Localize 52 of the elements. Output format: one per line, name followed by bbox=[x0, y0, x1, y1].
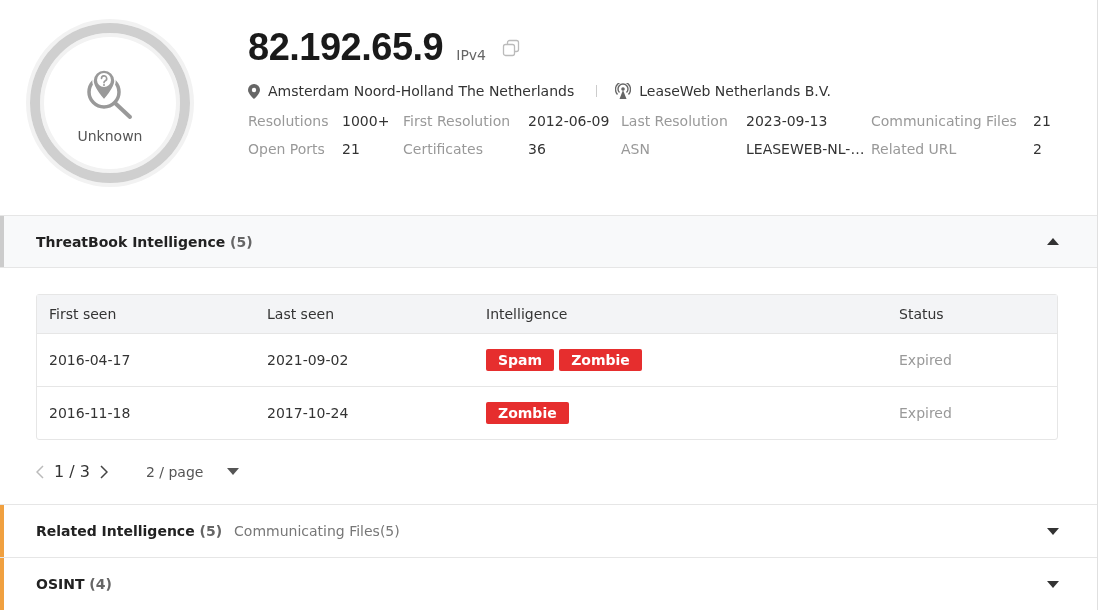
stat-value: 21 bbox=[1033, 113, 1052, 129]
threat-tag: Zombie bbox=[559, 349, 642, 371]
table-cell-text: 2017-10-24 bbox=[267, 405, 350, 421]
threat-tag: Zombie bbox=[486, 402, 569, 424]
antenna-icon bbox=[615, 83, 632, 99]
threat-tag: Spam bbox=[486, 349, 555, 371]
stat-label: Communicating Files bbox=[871, 113, 1018, 129]
stat-label: Certificates bbox=[403, 141, 484, 157]
caret-icon bbox=[1047, 238, 1059, 245]
copy-icon[interactable] bbox=[502, 38, 520, 57]
caret-icon bbox=[1047, 580, 1059, 588]
column-header: Intelligence bbox=[486, 306, 569, 322]
section-title: ThreatBook Intelligence (5) bbox=[36, 233, 253, 250]
column-header: Status bbox=[899, 306, 945, 322]
section-header[interactable]: OSINT (4) bbox=[0, 557, 1097, 610]
prev-page-icon[interactable] bbox=[36, 464, 44, 479]
column-header: First seen bbox=[49, 306, 118, 322]
ip-address: 82.192.65.9 bbox=[248, 26, 444, 69]
stat-label: Resolutions bbox=[248, 113, 330, 129]
section-title: OSINT (4) bbox=[36, 576, 112, 592]
stat-value: 1000+ bbox=[342, 113, 391, 129]
location-pin-icon bbox=[248, 83, 260, 99]
section-title: Related Intelligence (5) bbox=[36, 523, 223, 539]
section-header[interactable]: ThreatBook Intelligence (5) bbox=[0, 215, 1097, 268]
stat-label: Last Resolution bbox=[621, 113, 729, 129]
stat-value: 21 bbox=[342, 141, 361, 157]
next-page-icon[interactable] bbox=[99, 464, 108, 479]
stat-label: First Resolution bbox=[403, 113, 512, 129]
stat-value: 2 bbox=[1033, 141, 1043, 157]
stat-label: Open Ports bbox=[248, 141, 326, 157]
status-text: Expired bbox=[899, 352, 953, 368]
table-cell-text: 2021-09-02 bbox=[267, 352, 350, 368]
stat-value: 2012-06-09 bbox=[528, 113, 611, 129]
verdict-label: Unknown bbox=[77, 128, 143, 144]
caret-icon bbox=[1047, 527, 1059, 535]
isp-text: LeaseWeb Netherlands B.V. bbox=[639, 83, 831, 99]
stat-value: 2023-09-13 bbox=[746, 113, 829, 129]
ip-version: IPv4 bbox=[456, 47, 486, 63]
page-size-select[interactable]: 2 / page bbox=[145, 463, 240, 480]
status-text: Expired bbox=[899, 405, 953, 421]
section-subtitle: Communicating Files(5) bbox=[234, 523, 400, 539]
stat-label: ASN bbox=[621, 141, 651, 157]
stat-value: LEASEWEB-NL-… bbox=[746, 141, 866, 157]
page-indicator: 1 / 3 bbox=[54, 462, 90, 481]
stat-label: Related URL bbox=[871, 141, 958, 157]
dropdown-caret-icon bbox=[227, 468, 240, 475]
column-header: Last seen bbox=[267, 306, 335, 322]
location-text: Amsterdam Noord-Holland The Netherlands bbox=[268, 83, 575, 99]
table-cell-text: 2016-11-18 bbox=[49, 405, 132, 421]
section-header[interactable]: Related Intelligence (5) Communicating Files(5) bbox=[0, 504, 1097, 557]
stat-value: 36 bbox=[528, 141, 547, 157]
table-cell-text: 2016-04-17 bbox=[49, 352, 132, 368]
